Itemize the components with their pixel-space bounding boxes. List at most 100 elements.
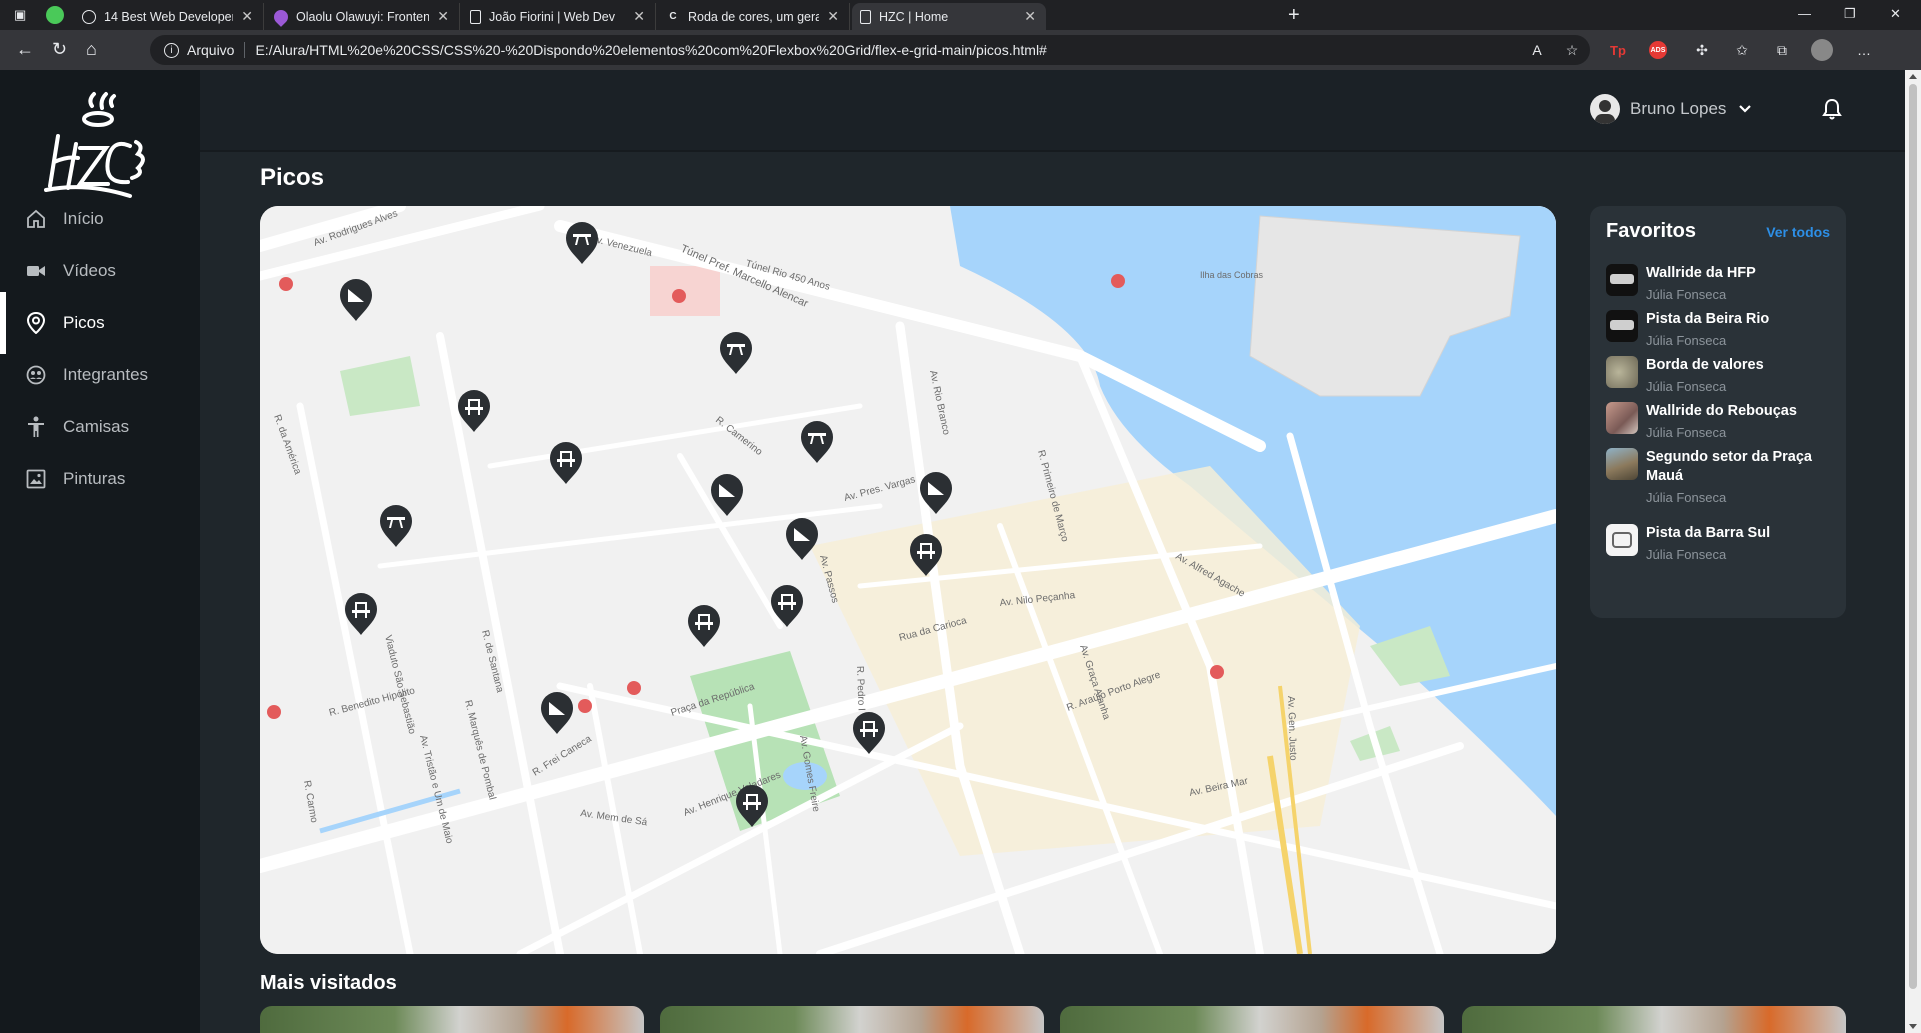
close-icon[interactable]: ✕ — [827, 8, 839, 25]
avatar — [1590, 94, 1620, 124]
street-label: R. Pedro I — [854, 666, 867, 711]
page-title: Picos — [260, 164, 325, 191]
sidebar: Início Vídeos Picos Integrantes Camisas — [0, 70, 200, 1033]
extension-ads-icon[interactable]: ADS — [1646, 38, 1670, 62]
scroll-down-arrow[interactable] — [1909, 1024, 1917, 1029]
url-field[interactable]: i Arquivo E:/Alura/HTML%20e%20CSS/CSS%20… — [150, 35, 1590, 65]
favorite-star-icon[interactable]: ☆ — [1560, 38, 1584, 62]
favorite-item[interactable]: Pista da Barra Sul Júlia Fonseca — [1606, 524, 1836, 564]
reload-button[interactable]: ↻ — [52, 39, 67, 60]
minimize-button[interactable]: — — [1798, 6, 1811, 21]
favorite-item[interactable]: Pista da Beira Rio Júlia Fonseca — [1606, 310, 1836, 350]
favorite-name: Pista da Beira Rio — [1646, 311, 1770, 327]
page-icon — [470, 9, 481, 24]
favorite-name: Borda de valores — [1646, 357, 1764, 373]
url-text: E:/Alura/HTML%20e%20CSS/CSS%20-%20Dispon… — [255, 42, 1047, 58]
c-icon: C — [669, 11, 677, 22]
image-icon — [25, 468, 47, 490]
close-window-button[interactable]: ✕ — [1890, 6, 1901, 22]
most-visited-card[interactable] — [1462, 1006, 1846, 1033]
restore-button[interactable]: ❐ — [1844, 6, 1856, 22]
sidebar-item-label: Picos — [63, 313, 105, 332]
most-visited-card[interactable] — [260, 1006, 644, 1033]
more-menu-icon[interactable]: … — [1852, 38, 1876, 62]
sidebar-item-label: Vídeos — [63, 261, 116, 280]
user-menu[interactable]: Bruno Lopes — [1590, 94, 1752, 124]
new-tab-button[interactable]: + — [1288, 4, 1300, 27]
tab-4[interactable]: HZC | Home ✕ — [852, 3, 1046, 30]
close-icon[interactable]: ✕ — [437, 8, 449, 25]
close-icon[interactable]: ✕ — [1024, 8, 1036, 25]
user-name: Bruno Lopes — [1630, 99, 1727, 118]
most-visited-card[interactable] — [660, 1006, 1044, 1033]
sidebar-item-label: Integrantes — [63, 365, 149, 384]
favorite-author: Júlia Fonseca — [1646, 425, 1727, 440]
video-camera-icon — [25, 260, 47, 282]
info-icon[interactable]: i — [164, 42, 179, 58]
browser-tab-bar: ▣ 14 Best Web Developer Portfolio ✕ Olao… — [0, 0, 1921, 30]
person-icon — [25, 416, 47, 438]
favorite-author: Júlia Fonseca — [1646, 333, 1727, 348]
favorite-author: Júlia Fonseca — [1646, 287, 1727, 302]
thumbnail — [1606, 310, 1638, 342]
home-icon — [25, 208, 47, 230]
map-canvas[interactable]: Av. Rodrigues Alves Av. Venezuela Túnel … — [260, 206, 1556, 954]
thumbnail — [1606, 356, 1638, 388]
extensions-puzzle-icon[interactable]: ✣ — [1690, 38, 1714, 62]
favorite-item[interactable]: Segundo setor da Praça Mauá Júlia Fonsec… — [1606, 448, 1836, 506]
people-icon — [25, 364, 47, 386]
close-icon[interactable]: ✕ — [241, 8, 253, 25]
page-icon — [860, 9, 871, 24]
street-label: Ilha das Cobras — [1200, 270, 1264, 280]
favorites-icon[interactable]: ✩ — [1730, 38, 1754, 62]
close-icon[interactable]: ✕ — [633, 8, 645, 25]
ads-badge: ADS — [1649, 41, 1667, 59]
favorite-name: Pista da Barra Sul — [1646, 525, 1771, 541]
favorite-item[interactable]: Wallride do Rebouças Júlia Fonseca — [1606, 402, 1836, 442]
top-bar: Bruno Lopes — [200, 70, 1905, 152]
sidebar-item-label: Início — [63, 209, 104, 228]
favorite-name: Segundo setor da Praça Mauá — [1646, 449, 1812, 484]
favorite-author: Júlia Fonseca — [1646, 547, 1727, 562]
hospital-area — [650, 266, 720, 316]
section-title-most-visited: Mais visitados — [260, 972, 397, 994]
tab-1[interactable]: Olaolu Olawuyi: Frontend develo ✕ — [266, 3, 460, 30]
favorite-name: Wallride da HFP — [1646, 265, 1756, 281]
whatsapp-tab[interactable] — [46, 6, 64, 24]
pin-icon — [271, 6, 291, 27]
read-aloud-icon[interactable]: A — [1525, 38, 1549, 62]
tab-2[interactable]: João Fiorini | Web Dev ✕ — [462, 3, 656, 30]
favorite-item[interactable]: Borda de valores Júlia Fonseca — [1606, 356, 1836, 396]
thumbnail — [1606, 264, 1638, 296]
tab-title: João Fiorini | Web Dev — [489, 9, 615, 24]
scrollbar-thumb[interactable] — [1909, 84, 1917, 989]
scroll-up-arrow[interactable] — [1909, 74, 1917, 79]
map[interactable]: Av. Rodrigues Alves Av. Venezuela Túnel … — [260, 206, 1556, 954]
tab-0[interactable]: 14 Best Web Developer Portfolio ✕ — [74, 3, 264, 30]
profile-icon[interactable] — [1810, 38, 1834, 62]
address-bar: ← ↻ ⌂ i Arquivo E:/Alura/HTML%20e%20CSS/… — [0, 30, 1921, 70]
location-pin-icon — [25, 312, 47, 334]
collections-icon[interactable]: ⧉ — [1770, 38, 1794, 62]
favorite-item[interactable]: Wallride da HFP Júlia Fonseca — [1606, 264, 1836, 304]
window-menu-icon[interactable]: ▣ — [14, 7, 30, 23]
thumbnail — [1606, 402, 1638, 434]
sidebar-item-pinturas[interactable]: Pinturas — [0, 448, 200, 510]
chevron-down-icon — [1739, 105, 1752, 113]
street-label: Av. Gen. Justo — [1285, 696, 1298, 761]
view-all-link[interactable]: Ver todos — [1766, 224, 1830, 240]
favorite-author: Júlia Fonseca — [1646, 490, 1727, 505]
page-scrollbar[interactable] — [1905, 70, 1921, 1033]
tab-3[interactable]: C Roda de cores, um gerador de p ✕ — [658, 3, 850, 30]
bell-icon[interactable] — [1822, 98, 1842, 120]
back-button[interactable]: ← — [16, 39, 34, 60]
extension-tp-icon[interactable]: Tp — [1606, 38, 1630, 62]
tab-title: Olaolu Olawuyi: Frontend develo — [296, 9, 430, 24]
tab-title: HZC | Home — [879, 9, 949, 24]
most-visited-card[interactable] — [1060, 1006, 1444, 1033]
thumbnail — [1606, 524, 1638, 556]
security-label: Arquivo — [187, 42, 235, 58]
home-button[interactable]: ⌂ — [86, 39, 97, 60]
circle-icon — [82, 9, 96, 24]
tab-title: 14 Best Web Developer Portfolio — [104, 9, 234, 24]
